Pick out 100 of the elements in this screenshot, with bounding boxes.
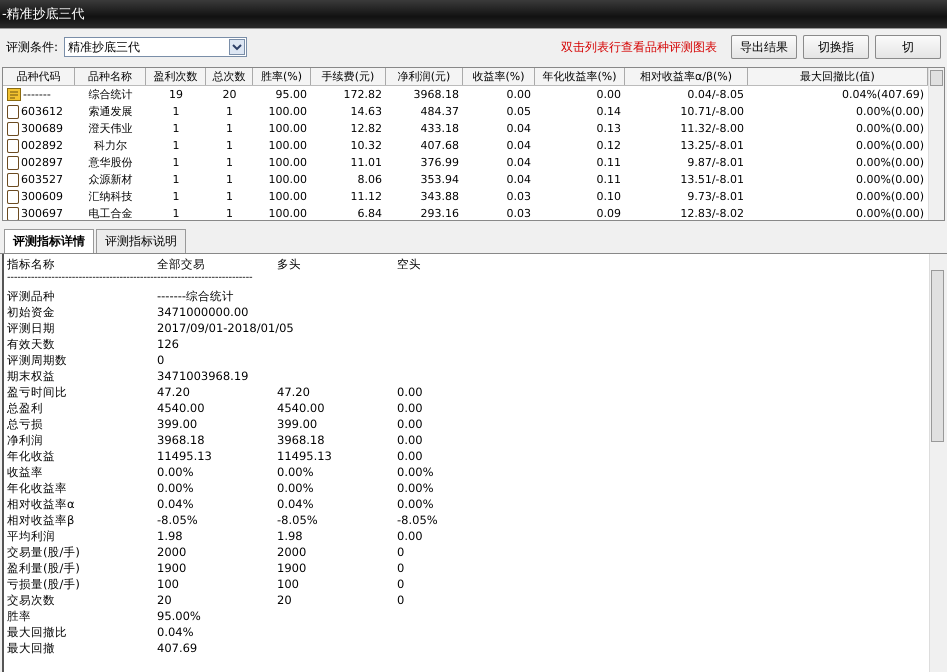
table-cell: 0.00 (596, 88, 621, 101)
table-cell: 19 (169, 88, 183, 101)
table-cell: 电工合金 (88, 206, 132, 220)
metric-value: 0 (397, 593, 404, 607)
metric-value: 1900 (277, 561, 308, 575)
table-cell: 603527 (21, 173, 63, 186)
table-cell: 9.87/-8.01 (687, 156, 744, 169)
column-header[interactable]: 盈利次数 (146, 68, 206, 85)
metric-value: 20 (157, 593, 173, 607)
column-header: 空头 (397, 256, 421, 272)
table-cell: 0.13 (596, 122, 621, 135)
table-cell: 002892 (21, 139, 63, 152)
condition-dropdown[interactable]: 精准抄底三代 (64, 37, 248, 57)
column-header: 全部交易 (157, 256, 206, 272)
metric-value: 0.00% (397, 497, 434, 511)
table-cell: 100.00 (268, 139, 307, 152)
metric-value: 0.00 (397, 449, 423, 463)
table-cell: 1 (172, 105, 180, 118)
folder-icon (7, 88, 21, 101)
metric-value: 0.04% (157, 625, 195, 639)
metric-name: 年化收益率 (7, 480, 68, 496)
table-cell: 0.00%(0.00) (856, 156, 924, 169)
table-cell: 0.00%(0.00) (856, 122, 924, 135)
table-cell: 0.12 (596, 139, 621, 152)
metric-value: -8.05% (397, 513, 438, 527)
metric-name: 净利润 (7, 432, 44, 448)
table-cell: 0.03 (506, 190, 531, 203)
table-cell: 11.32/-8.00 (680, 122, 744, 135)
scrollbar[interactable] (928, 68, 944, 220)
column-header[interactable]: 收益率(%) (463, 68, 535, 85)
table-cell: 综合统计 (88, 87, 132, 102)
metric-name: 评测周期数 (7, 352, 68, 368)
table-cell: 科力尔 (94, 138, 127, 153)
metric-value: 0 (397, 545, 404, 559)
column-header[interactable]: 品种代码 (3, 68, 75, 85)
table-cell: 100.00 (268, 105, 307, 118)
metric-value: -8.05% (157, 513, 199, 527)
metric-name: 收益率 (7, 464, 44, 480)
column-header[interactable]: 净利润(元) (386, 68, 463, 85)
table-cell: 0.00%(0.00) (856, 190, 924, 203)
table-cell: ------- (23, 88, 51, 101)
metric-value: -8.05% (277, 513, 319, 527)
scrollbar[interactable] (929, 254, 945, 672)
table-cell: 100.00 (268, 190, 307, 203)
table-cell: 300697 (21, 207, 63, 220)
column-header[interactable]: 年化收益率(%) (535, 68, 625, 85)
document-icon (7, 190, 19, 204)
metric-value: 47.20 (157, 385, 191, 399)
metric-value: 0.04% (277, 497, 315, 511)
table-cell: 1 (226, 139, 233, 152)
metric-name: 评测品种 (7, 288, 56, 304)
tab[interactable]: 评测指标详情 (4, 229, 94, 253)
column-header[interactable]: 相对收益率α/β(%) (625, 68, 748, 85)
column-header[interactable]: 总次数 (206, 68, 253, 85)
table-cell: 433.18 (420, 122, 459, 135)
metric-value: 2000 (157, 545, 188, 559)
metric-value: 95.00% (157, 609, 202, 623)
table-cell: 10.71/-8.00 (680, 105, 744, 118)
table-cell: 343.88 (420, 190, 459, 203)
table-cell: 0.11 (596, 173, 621, 186)
metric-value: 0.00% (277, 465, 315, 479)
metric-value: 0.00% (157, 465, 195, 479)
tab[interactable]: 评测指标说明 (96, 229, 186, 253)
table-cell: 1 (172, 122, 180, 135)
table-cell: 20 (222, 88, 236, 101)
table-cell: 100.00 (268, 207, 307, 220)
table-cell: 9.73/-8.01 (687, 190, 744, 203)
table-cell: 意华股份 (88, 155, 132, 170)
hint-text: 双击列表行查看品种评测图表 (561, 38, 717, 56)
metric-name: 有效天数 (7, 336, 56, 352)
toolbar-button[interactable]: 导出结果 (731, 35, 797, 59)
column-header: 指标名称 (7, 256, 56, 272)
metric-value: 399.00 (157, 417, 198, 431)
table-cell: 0.04/-8.05 (687, 88, 744, 101)
table-cell: 0.00 (506, 88, 531, 101)
metric-value: 0.00 (397, 529, 423, 543)
toolbar-button[interactable]: 切 (875, 35, 941, 59)
metric-name: 交易量(股/手) (7, 544, 81, 560)
metric-value: 126 (157, 337, 180, 351)
table-cell: 002897 (21, 156, 63, 169)
metric-value: 1900 (157, 561, 188, 575)
table-cell: 11.01 (350, 156, 382, 169)
metric-value: 4540.00 (277, 401, 326, 415)
metric-value: 0 (397, 577, 404, 591)
column-header[interactable]: 品种名称 (75, 68, 146, 85)
table-cell: 14.63 (350, 105, 382, 118)
toolbar-button[interactable]: 切换指 (803, 35, 869, 59)
table-cell: 100.00 (268, 156, 307, 169)
table-cell: 484.37 (420, 105, 459, 118)
table-cell: 0.04 (506, 173, 531, 186)
table-cell: 100.00 (268, 173, 307, 186)
table-cell: 0.04 (506, 139, 531, 152)
metric-value: 0.00 (397, 385, 423, 399)
column-header[interactable]: 胜率(%) (253, 68, 311, 85)
metric-value: -------综合统计 (157, 288, 236, 304)
metric-value: 11495.13 (157, 449, 213, 463)
column-header[interactable]: 手续费(元) (311, 68, 386, 85)
metric-value: 0.00% (277, 481, 315, 495)
table-cell: 0.11 (596, 156, 621, 169)
metric-value: 0.00 (397, 417, 423, 431)
